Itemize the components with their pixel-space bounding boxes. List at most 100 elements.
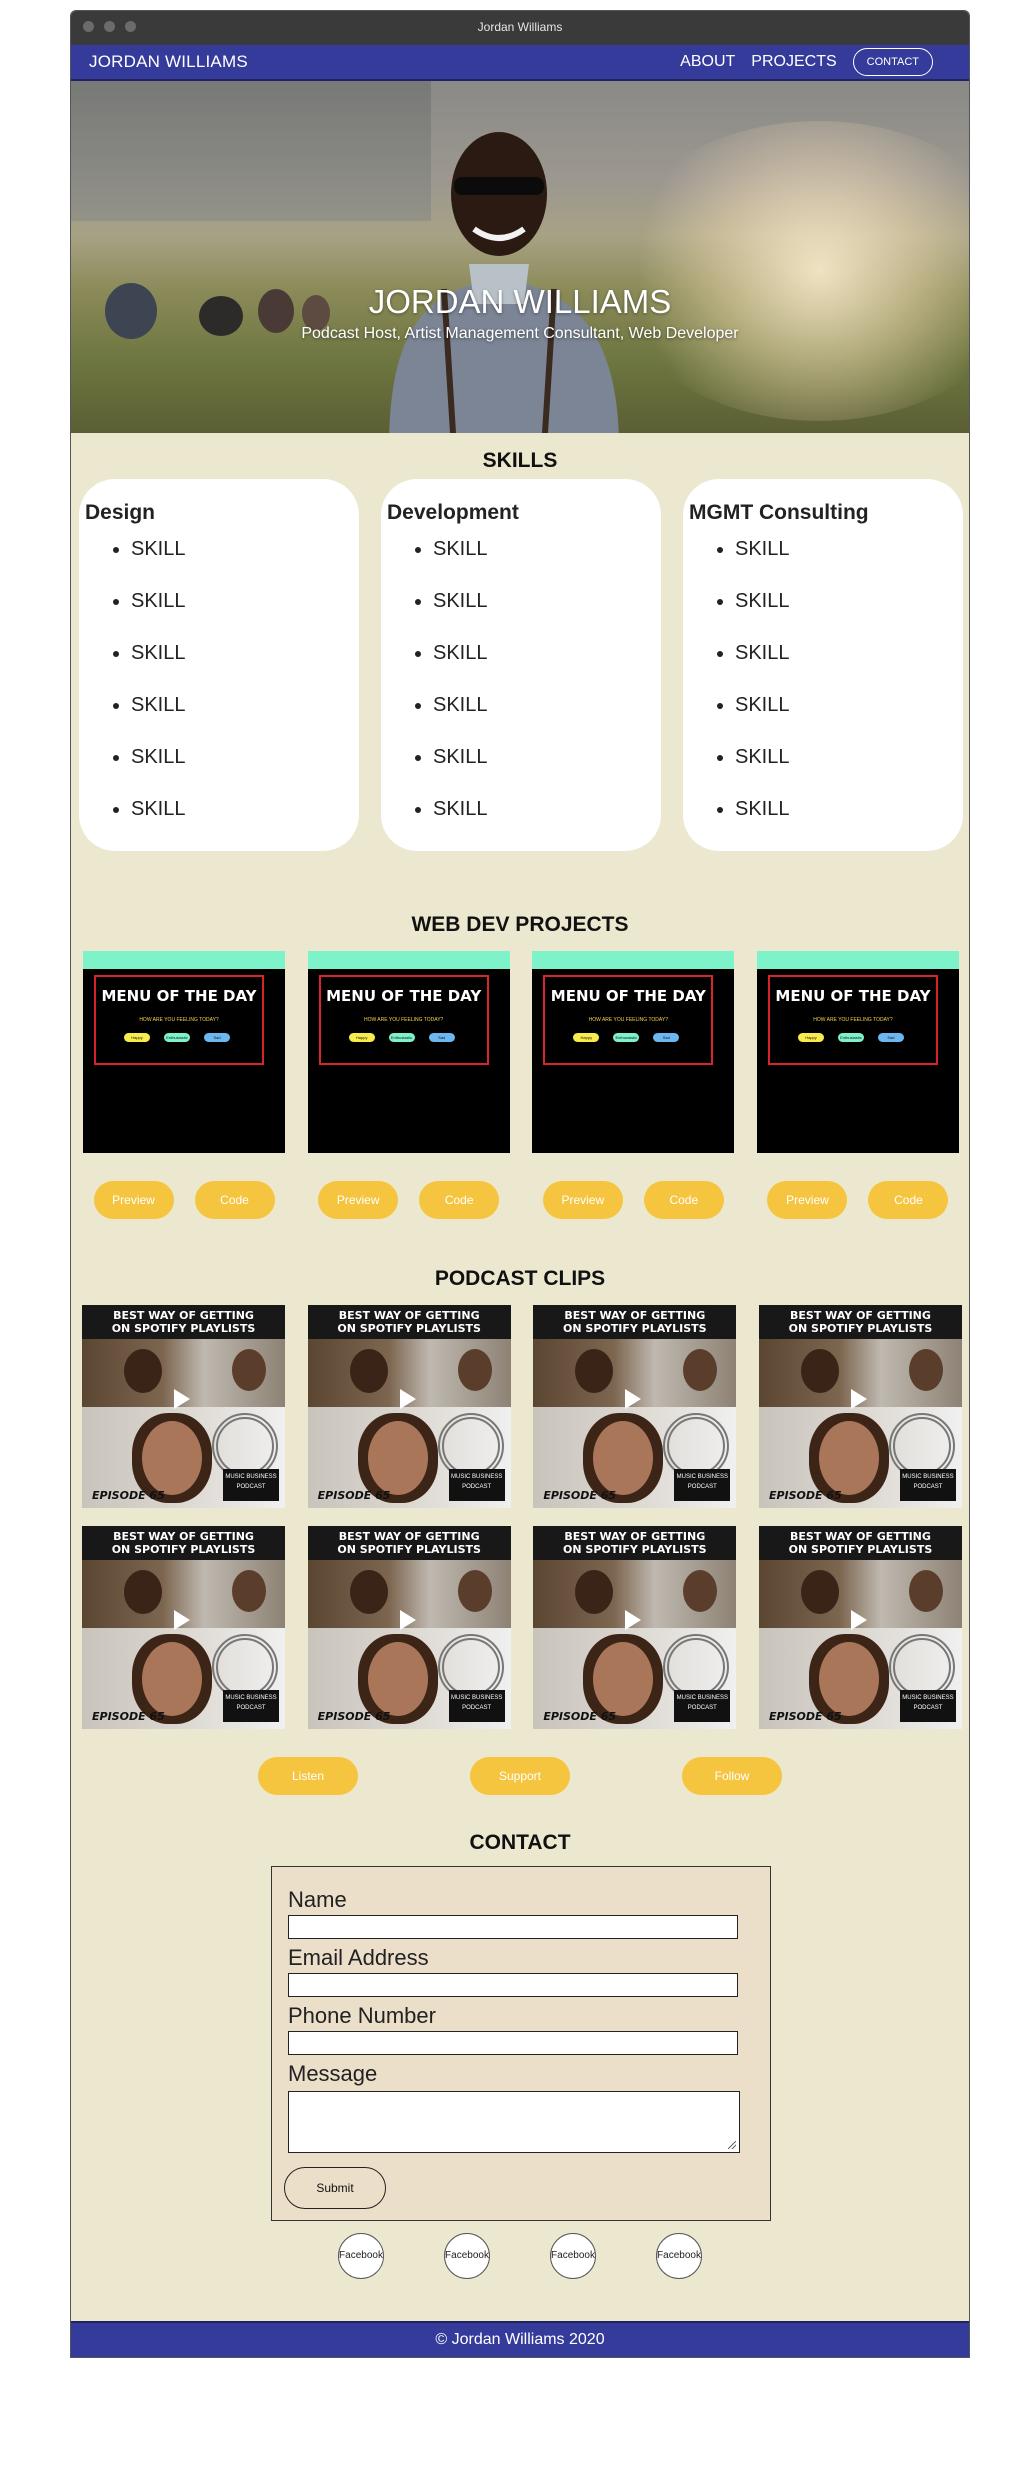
- skills-heading: SKILLS: [482, 449, 558, 472]
- clip-title-line: ON SPOTIFY PLAYLISTS: [337, 1543, 481, 1556]
- thumb-title: MENU OF THE DAY: [101, 987, 257, 1005]
- podcast-clip-thumbnail[interactable]: BEST WAY OF GETTING ON SPOTIFY PLAYLISTS M…: [307, 1526, 511, 1729]
- preview-button[interactable]: Preview: [93, 1181, 174, 1219]
- message-textarea[interactable]: [288, 2091, 740, 2153]
- podcast-clips-row-1: BEST WAY OF GETTING ON SPOTIFY PLAYLISTS M…: [82, 1305, 962, 1508]
- podcast-links: Listen Support Follow: [71, 1757, 969, 1795]
- mood-chip: Sad: [653, 1033, 680, 1042]
- play-icon[interactable]: [850, 1610, 867, 1630]
- project-thumbnail[interactable]: MENU OF THE DAY HOW ARE YOU FEELING TODAY…: [756, 951, 959, 1153]
- clip-title-line: BEST WAY OF GETTING: [338, 1530, 480, 1543]
- project-button-group: Preview Code: [532, 1181, 734, 1219]
- nav-link-projects[interactable]: PROJECTS: [751, 53, 836, 71]
- play-icon[interactable]: [850, 1389, 867, 1409]
- podcast-clip-thumbnail[interactable]: BEST WAY OF GETTING ON SPOTIFY PLAYLISTS M…: [533, 1305, 737, 1508]
- clip-title-line: BEST WAY OF GETTING: [790, 1530, 931, 1543]
- project-thumbnail[interactable]: MENU OF THE DAY HOW ARE YOU FEELING TODAY…: [532, 951, 735, 1153]
- skill-card-development: Development SKILL SKILL SKILL SKILL SKIL…: [381, 479, 661, 851]
- clip-title-line: BEST WAY OF GETTING: [113, 1530, 254, 1543]
- clip-title-line: ON SPOTIFY PLAYLISTS: [563, 1543, 707, 1556]
- nav-link-about[interactable]: ABOUT: [680, 53, 735, 71]
- play-icon[interactable]: [174, 1389, 190, 1409]
- skill-item: SKILL: [131, 793, 359, 845]
- nav-brand[interactable]: JORDAN WILLIAMS: [89, 52, 248, 72]
- clip-badge: MUSIC BUSINESS PODCAST: [674, 1469, 731, 1501]
- play-icon[interactable]: [399, 1610, 416, 1630]
- clip-title: BEST WAY OF GETTING ON SPOTIFY PLAYLISTS: [82, 1305, 285, 1339]
- thumb-question: HOW ARE YOU FEELING TODAY?: [139, 1017, 219, 1023]
- facebook-link[interactable]: Facebook: [444, 2233, 490, 2279]
- play-icon[interactable]: [174, 1610, 190, 1630]
- clip-title-line: ON SPOTIFY PLAYLISTS: [337, 1322, 481, 1335]
- preview-button[interactable]: Preview: [767, 1181, 848, 1219]
- listen-button[interactable]: Listen: [258, 1757, 358, 1795]
- code-button[interactable]: Code: [419, 1181, 500, 1219]
- follow-button[interactable]: Follow: [682, 1757, 782, 1795]
- window-title: Jordan Williams: [477, 20, 563, 34]
- clip-guest-face: [818, 1642, 879, 1716]
- podcast-clip-thumbnail[interactable]: BEST WAY OF GETTING ON SPOTIFY PLAYLISTS M…: [307, 1305, 511, 1508]
- skill-item: SKILL: [131, 585, 359, 637]
- podcast-clip-thumbnail[interactable]: BEST WAY OF GETTING ON SPOTIFY PLAYLISTS M…: [82, 1305, 285, 1508]
- project-thumbnail[interactable]: MENU OF THE DAY HOW ARE YOU FEELING TODAY…: [307, 951, 510, 1153]
- phone-input[interactable]: [288, 2031, 738, 2055]
- clip-guest-face: [593, 1421, 654, 1495]
- hero-banner: JORDAN WILLIAMS Podcast Host, Artist Man…: [71, 81, 969, 433]
- skill-card-title: Design: [85, 501, 156, 524]
- project-thumbnail[interactable]: MENU OF THE DAY HOW ARE YOU FEELING TODAY…: [83, 951, 285, 1153]
- code-button[interactable]: Code: [643, 1181, 724, 1219]
- code-button[interactable]: Code: [868, 1181, 949, 1219]
- thumb-frame: MENU OF THE DAY HOW ARE YOU FEELING TODAY…: [94, 975, 264, 1065]
- clip-title: BEST WAY OF GETTING ON SPOTIFY PLAYLISTS: [758, 1526, 962, 1560]
- clip-title-line: BEST WAY OF GETTING: [790, 1309, 931, 1322]
- thumb-frame: MENU OF THE DAY HOW ARE YOU FEELING TODAY…: [767, 975, 938, 1065]
- message-label: Message: [288, 2061, 378, 2086]
- code-button[interactable]: Code: [194, 1181, 275, 1219]
- email-label: Email Address: [288, 1945, 429, 1970]
- preview-button[interactable]: Preview: [318, 1181, 399, 1219]
- clip-episode: EPISODE 65: [768, 1710, 842, 1723]
- skill-card-title: MGMT Consulting: [689, 501, 869, 524]
- submit-button[interactable]: Submit: [284, 2167, 386, 2209]
- clip-host-avatar: [232, 1570, 266, 1612]
- clip-badge: MUSIC BUSINESS PODCAST: [223, 1690, 279, 1722]
- play-icon[interactable]: [625, 1610, 642, 1630]
- resize-handle-icon[interactable]: [728, 2141, 736, 2149]
- clip-host-avatar: [232, 1349, 266, 1391]
- skill-item: SKILL: [735, 793, 963, 845]
- podcast-clip-thumbnail[interactable]: BEST WAY OF GETTING ON SPOTIFY PLAYLISTS M…: [82, 1526, 285, 1729]
- play-icon[interactable]: [399, 1389, 416, 1409]
- facebook-link[interactable]: Facebook: [656, 2233, 702, 2279]
- podcast-clip-thumbnail[interactable]: BEST WAY OF GETTING ON SPOTIFY PLAYLISTS M…: [758, 1305, 962, 1508]
- clip-episode: EPISODE 65: [768, 1489, 842, 1502]
- email-input[interactable]: [288, 1973, 738, 1997]
- clip-title-line: BEST WAY OF GETTING: [564, 1309, 706, 1322]
- skill-list: SKILL SKILL SKILL SKILL SKILL SKILL: [85, 533, 359, 845]
- preview-button[interactable]: Preview: [542, 1181, 623, 1219]
- clip-title-line: ON SPOTIFY PLAYLISTS: [788, 1543, 933, 1556]
- facebook-link[interactable]: Facebook: [550, 2233, 596, 2279]
- thumb-chips: Happy Enthusiastic Sad: [797, 1033, 904, 1042]
- clip-host-avatar: [124, 1349, 162, 1393]
- skill-item: SKILL: [131, 533, 359, 585]
- mood-chip: Enthusiastic: [613, 1033, 640, 1042]
- facebook-link[interactable]: Facebook: [338, 2233, 384, 2279]
- nav-contact-button[interactable]: CONTACT: [852, 48, 933, 76]
- clip-host-avatar: [124, 1570, 162, 1614]
- clip-title: BEST WAY OF GETTING ON SPOTIFY PLAYLISTS: [307, 1305, 511, 1339]
- clip-host-avatar: [908, 1570, 943, 1612]
- podcast-clip-thumbnail[interactable]: BEST WAY OF GETTING ON SPOTIFY PLAYLISTS M…: [758, 1526, 962, 1729]
- mood-chip: Enthusiastic: [164, 1033, 190, 1042]
- clip-guest-face: [367, 1421, 428, 1495]
- name-input[interactable]: [288, 1915, 738, 1939]
- clip-title-line: ON SPOTIFY PLAYLISTS: [563, 1322, 707, 1335]
- support-button[interactable]: Support: [470, 1757, 570, 1795]
- clip-host-avatar: [457, 1349, 492, 1391]
- clip-badge: MUSIC BUSINESS PODCAST: [899, 1690, 956, 1722]
- clip-title-line: ON SPOTIFY PLAYLISTS: [788, 1322, 933, 1335]
- name-label: Name: [288, 1887, 347, 1912]
- play-icon[interactable]: [625, 1389, 642, 1409]
- clip-guest-face: [367, 1642, 428, 1716]
- podcast-clip-thumbnail[interactable]: BEST WAY OF GETTING ON SPOTIFY PLAYLISTS M…: [533, 1526, 737, 1729]
- thumb-chips: Happy Enthusiastic Sad: [124, 1033, 230, 1042]
